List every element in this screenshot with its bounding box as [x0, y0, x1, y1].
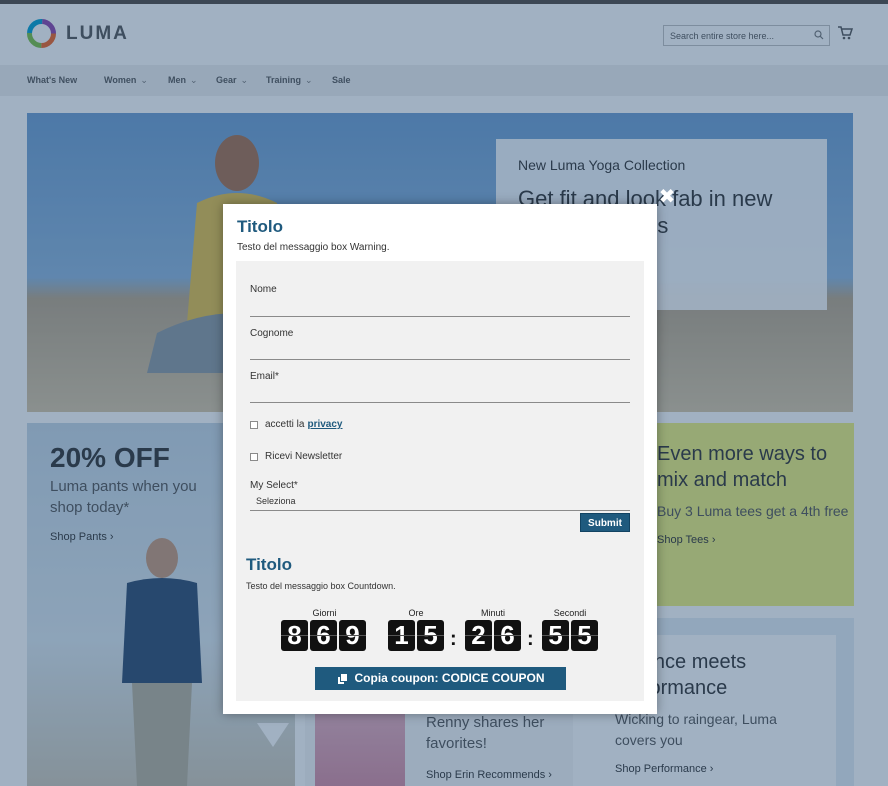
countdown-text: Testo del messaggio box Countdown.: [246, 581, 396, 591]
separator: :: [527, 628, 534, 650]
copy-icon: [336, 672, 349, 685]
seconds-digit: 5: [542, 620, 569, 651]
seconds-digit: 5: [571, 620, 598, 651]
cognome-label: Cognome: [250, 328, 294, 339]
hours-digit: 5: [417, 620, 444, 651]
copy-coupon-button[interactable]: Copia coupon: CODICE COUPON: [315, 667, 566, 690]
cognome-field[interactable]: Cognome: [250, 328, 630, 360]
days-label: Giorni: [312, 608, 337, 618]
warning-title: Titolo: [237, 217, 283, 236]
days-digit: 8: [281, 620, 308, 651]
newsletter-row: Ricevi Newsletter: [250, 451, 342, 462]
countdown-title: Titolo: [246, 555, 292, 574]
warning-text: Testo del messaggio box Warning.: [237, 242, 390, 253]
days-digit: 9: [339, 620, 366, 651]
minutes-digit: 2: [465, 620, 492, 651]
hours-digit: 1: [388, 620, 415, 651]
minutes-label: Minuti: [480, 608, 505, 618]
days-digit: 6: [310, 620, 337, 651]
email-input[interactable]: [250, 402, 630, 403]
nome-label: Nome: [250, 284, 277, 295]
popup-modal: Titolo Testo del messaggio box Warning. …: [223, 204, 657, 714]
nome-field[interactable]: Nome: [250, 284, 630, 317]
newsletter-text: Ricevi Newsletter: [265, 451, 343, 462]
close-icon[interactable]: ✖: [656, 186, 678, 208]
separator: :: [450, 628, 457, 650]
email-label: Email*: [250, 371, 279, 382]
seconds-label: Secondi: [553, 608, 587, 618]
select-label: My Select*: [250, 480, 298, 491]
privacy-text: accetti la: [265, 419, 305, 430]
minutes-digit: 6: [494, 620, 521, 651]
email-field[interactable]: Email*: [250, 371, 630, 403]
privacy-link[interactable]: privacy: [307, 419, 342, 430]
nome-input[interactable]: [250, 316, 630, 317]
hours-label: Ore: [408, 608, 424, 618]
select-underline: [250, 510, 630, 511]
coupon-label: Copia coupon: CODICE COUPON: [354, 671, 545, 685]
cognome-input[interactable]: [250, 359, 630, 360]
my-select[interactable]: Seleziona: [256, 496, 296, 506]
form-panel: Nome Cognome Email* accetti la privacy R…: [236, 261, 644, 701]
submit-button[interactable]: Submit: [580, 513, 630, 532]
newsletter-checkbox[interactable]: [250, 452, 258, 461]
privacy-row: accetti la privacy: [250, 419, 343, 430]
privacy-checkbox[interactable]: [250, 420, 258, 429]
